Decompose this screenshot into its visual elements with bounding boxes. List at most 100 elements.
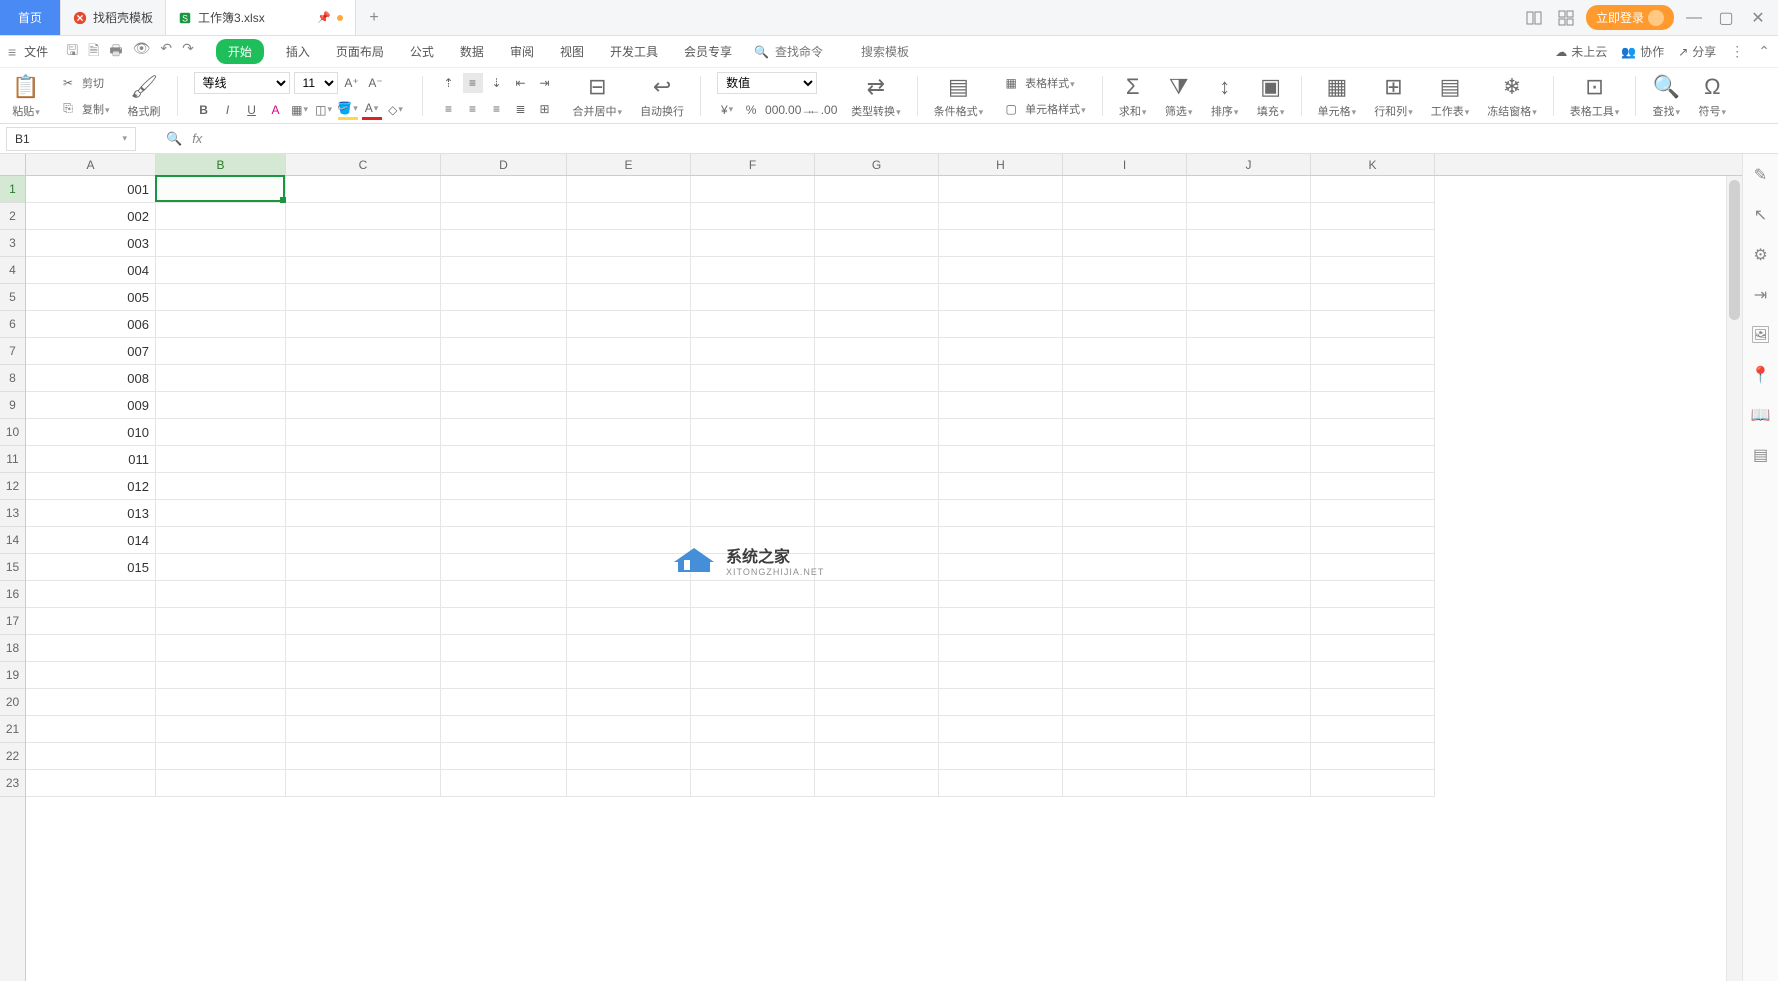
cell[interactable] [567,500,691,527]
cell[interactable] [441,500,567,527]
cell[interactable] [156,527,286,554]
cell[interactable] [1187,392,1311,419]
cell[interactable] [441,608,567,635]
cell[interactable] [815,203,939,230]
cell[interactable] [1311,284,1435,311]
cell[interactable] [26,743,156,770]
fx-icon[interactable]: fx [192,131,202,146]
font-size-select[interactable]: 11 [294,72,338,94]
cell[interactable] [691,257,815,284]
cell[interactable] [815,257,939,284]
cell[interactable] [1311,446,1435,473]
cell[interactable] [939,338,1063,365]
filter-button[interactable]: ⧩筛选▾ [1161,73,1197,119]
cell[interactable] [1311,635,1435,662]
row-header-9[interactable]: 9 [0,392,25,419]
cell[interactable] [1063,635,1187,662]
cell[interactable]: 001 [26,176,156,203]
col-header-D[interactable]: D [441,154,567,175]
cell[interactable] [441,419,567,446]
cell[interactable] [939,770,1063,797]
decrease-font-icon[interactable]: A⁻ [366,73,386,93]
tab-home[interactable]: 首页 [0,0,61,35]
cell[interactable] [441,743,567,770]
cell[interactable] [1187,473,1311,500]
cell[interactable] [815,662,939,689]
cell[interactable] [1063,176,1187,203]
align-center-icon[interactable]: ≡ [463,99,483,119]
row-header-3[interactable]: 3 [0,230,25,257]
cell[interactable] [815,284,939,311]
cell[interactable] [1063,446,1187,473]
cell[interactable] [1187,554,1311,581]
border-button[interactable]: ▦▾ [290,100,310,120]
cell[interactable] [1311,419,1435,446]
cell[interactable] [286,635,441,662]
layout2-icon[interactable] [1554,6,1578,30]
cell[interactable] [691,554,815,581]
sum-button[interactable]: Σ求和▾ [1115,73,1151,119]
align-left-icon[interactable]: ≡ [439,99,459,119]
cell[interactable] [441,446,567,473]
cell[interactable] [567,365,691,392]
cell[interactable] [567,527,691,554]
table-tool-button[interactable]: ⊡表格工具▾ [1566,73,1624,119]
col-header-E[interactable]: E [567,154,691,175]
row-header-21[interactable]: 21 [0,716,25,743]
cell[interactable] [1187,527,1311,554]
underline-button[interactable]: U [242,100,262,120]
cell[interactable] [286,608,441,635]
cell[interactable] [1063,527,1187,554]
cell[interactable] [939,176,1063,203]
cell[interactable]: 005 [26,284,156,311]
cell[interactable] [286,338,441,365]
cell[interactable]: 011 [26,446,156,473]
cell[interactable] [441,527,567,554]
cell[interactable]: 013 [26,500,156,527]
cell[interactable] [1187,635,1311,662]
rowcol-button[interactable]: ⊞行和列▾ [1370,73,1417,119]
cell[interactable] [691,446,815,473]
cell[interactable] [1311,338,1435,365]
inc-decimal-icon[interactable]: .00→ [789,100,809,120]
row-header-11[interactable]: 11 [0,446,25,473]
cell[interactable] [691,716,815,743]
row-header-19[interactable]: 19 [0,662,25,689]
cell[interactable] [156,392,286,419]
cell[interactable] [156,581,286,608]
cell[interactable] [441,257,567,284]
cell[interactable] [286,716,441,743]
cell[interactable] [939,473,1063,500]
rv-style-icon[interactable]: ✎ [1750,164,1772,186]
search-tpl-input[interactable] [861,45,941,59]
cell[interactable] [567,311,691,338]
cell[interactable] [691,500,815,527]
cell[interactable] [26,581,156,608]
cell[interactable] [26,689,156,716]
cell[interactable] [691,581,815,608]
cell[interactable]: 012 [26,473,156,500]
layout1-icon[interactable] [1522,6,1546,30]
cell[interactable] [156,338,286,365]
scroll-thumb[interactable] [1729,180,1740,320]
rv-book-icon[interactable]: 📖 [1750,404,1772,426]
row-header-23[interactable]: 23 [0,770,25,797]
cell[interactable] [939,743,1063,770]
format-painter-button[interactable]: 🖌 格式刷 [124,73,165,119]
file-menu[interactable]: 文件 [24,43,48,60]
clear-format-button[interactable]: ◇▾ [386,100,406,120]
login-button[interactable]: 立即登录 [1586,5,1674,30]
cell[interactable] [1187,230,1311,257]
row-header-16[interactable]: 16 [0,581,25,608]
cell[interactable] [156,716,286,743]
preview-icon[interactable]: 👁 [133,40,151,64]
cell[interactable] [815,230,939,257]
cell[interactable] [815,176,939,203]
cell[interactable] [1311,311,1435,338]
cell[interactable] [441,311,567,338]
cell[interactable] [939,257,1063,284]
maximize-button[interactable]: ▢ [1714,6,1738,30]
font-color-button[interactable]: A▾ [362,100,382,120]
col-header-H[interactable]: H [939,154,1063,175]
cell[interactable] [815,608,939,635]
